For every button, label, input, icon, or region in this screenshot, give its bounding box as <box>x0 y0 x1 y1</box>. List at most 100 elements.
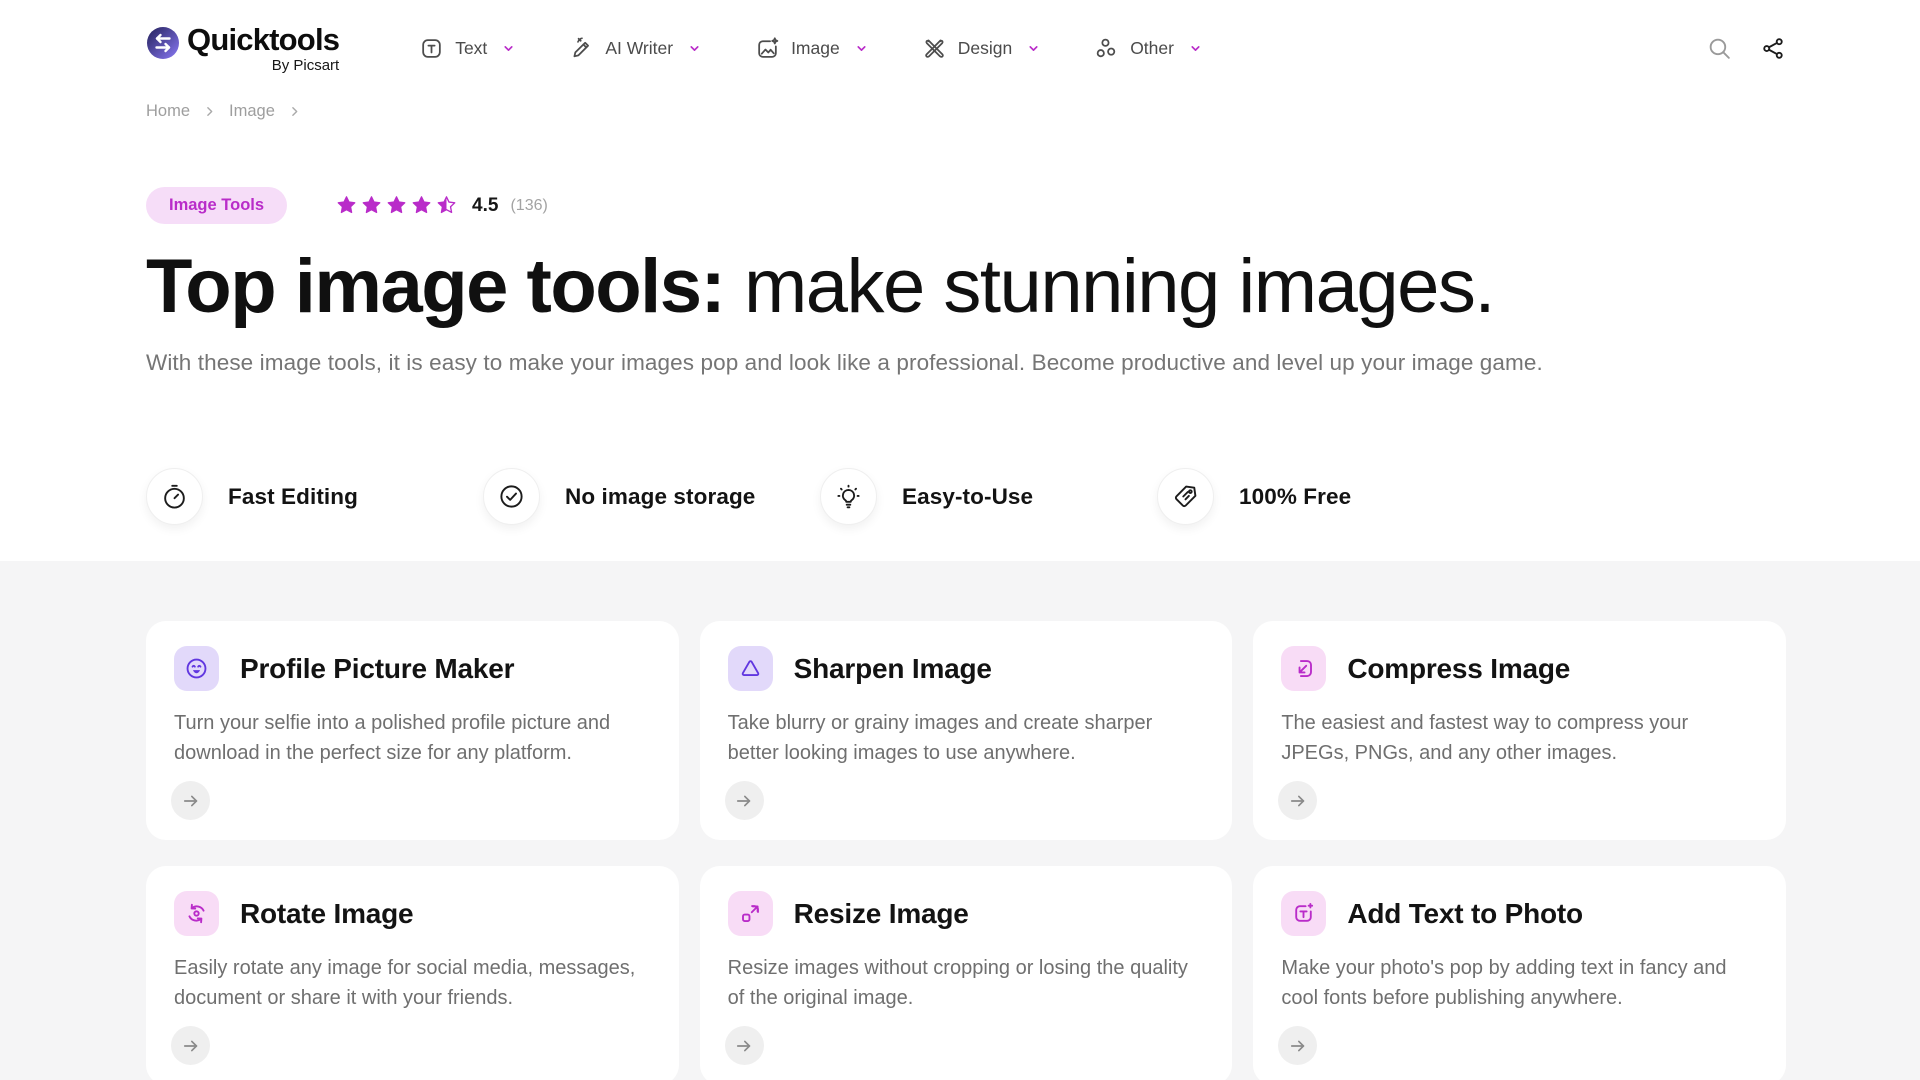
check-circle-icon <box>483 468 540 525</box>
star-half-icon <box>435 194 458 217</box>
rotate-arrows-icon <box>174 891 219 936</box>
text-icon <box>419 36 444 61</box>
nav-label-image: Image <box>791 38 840 59</box>
card-title: Profile Picture Maker <box>240 653 514 685</box>
open-tool-arrow-button[interactable] <box>1278 1026 1317 1065</box>
logo-name: Quicktools <box>187 24 339 55</box>
smiley-face-icon <box>174 646 219 691</box>
star-icon <box>385 194 408 217</box>
feature-label: 100% Free <box>1239 484 1351 510</box>
card-title: Rotate Image <box>240 898 413 930</box>
arrow-right-icon <box>734 1036 754 1056</box>
feature-no-image-storage: No image storage <box>483 468 820 525</box>
nav-label-design: Design <box>958 38 1012 59</box>
tag-icon <box>1157 468 1214 525</box>
open-tool-arrow-button[interactable] <box>171 1026 210 1065</box>
lightbulb-icon <box>820 468 877 525</box>
hero-section: Image Tools 4.5 (136) Top image tools: m… <box>0 121 1920 561</box>
card-title: Resize Image <box>794 898 969 930</box>
card-description: Resize images without cropping or losing… <box>728 953 1205 1013</box>
open-tool-arrow-button[interactable] <box>1278 781 1317 820</box>
feature-highlights: Fast Editing No image storage Easy-to-Us… <box>146 468 1786 525</box>
star-rating-icons <box>335 194 458 217</box>
card-add-text-to-photo[interactable]: Add Text to Photo Make your photo's pop … <box>1253 866 1786 1080</box>
chevron-down-icon <box>1027 42 1040 55</box>
rating-value: 4.5 <box>472 195 498 217</box>
card-title: Sharpen Image <box>794 653 992 685</box>
header-actions <box>1707 36 1786 61</box>
share-button[interactable] <box>1761 36 1786 61</box>
chevron-down-icon <box>502 42 515 55</box>
open-tool-arrow-button[interactable] <box>171 781 210 820</box>
page-title: Top image tools: make stunning images. <box>146 246 1786 328</box>
category-badge: Image Tools <box>146 187 287 224</box>
card-description: Make your photo's pop by adding text in … <box>1281 953 1758 1013</box>
nav-label-other: Other <box>1130 38 1174 59</box>
feature-label: Easy-to-Use <box>902 484 1033 510</box>
card-description: Easily rotate any image for social media… <box>174 953 651 1013</box>
nav-label-text: Text <box>455 38 487 59</box>
feature-label: Fast Editing <box>228 484 358 510</box>
star-icon <box>410 194 433 217</box>
tools-section: Profile Picture Maker Turn your selfie i… <box>0 561 1920 1080</box>
star-icon <box>360 194 383 217</box>
nav-item-image[interactable]: Image <box>755 36 868 61</box>
breadcrumb-home[interactable]: Home <box>146 102 190 121</box>
card-description: Take blurry or grainy images and create … <box>728 708 1205 768</box>
card-rotate-image[interactable]: Rotate Image Easily rotate any image for… <box>146 866 679 1080</box>
card-profile-picture-maker[interactable]: Profile Picture Maker Turn your selfie i… <box>146 621 679 840</box>
open-tool-arrow-button[interactable] <box>725 781 764 820</box>
design-icon <box>922 36 947 61</box>
nav-item-design[interactable]: Design <box>922 36 1040 61</box>
add-text-icon <box>1281 891 1326 936</box>
triangle-icon <box>728 646 773 691</box>
share-icon <box>1761 36 1786 61</box>
nav-item-text[interactable]: Text <box>419 36 515 61</box>
chevron-down-icon <box>1189 42 1202 55</box>
open-tool-arrow-button[interactable] <box>725 1026 764 1065</box>
card-compress-image[interactable]: Compress Image The easiest and fastest w… <box>1253 621 1786 840</box>
card-resize-image[interactable]: Resize Image Resize images without cropp… <box>700 866 1233 1080</box>
rating: 4.5 (136) <box>335 194 548 217</box>
main-nav: Text AI Writer Image <box>419 36 1202 61</box>
feature-easy-to-use: Easy-to-Use <box>820 468 1157 525</box>
page-subtitle: With these image tools, it is easy to ma… <box>146 350 1786 376</box>
arrow-right-icon <box>1288 791 1308 811</box>
breadcrumb: Home Image <box>0 102 1920 121</box>
nav-label-ai-writer: AI Writer <box>605 38 673 59</box>
arrow-right-icon <box>734 791 754 811</box>
image-icon <box>755 36 780 61</box>
ai-writer-icon <box>569 36 594 61</box>
header: Quicktools By Picsart Text AI Writer <box>0 0 1920 96</box>
logo-text: Quicktools By Picsart <box>187 24 339 73</box>
arrow-right-icon <box>181 791 201 811</box>
arrow-right-icon <box>181 1036 201 1056</box>
chevron-right-icon <box>203 105 216 118</box>
breadcrumb-image[interactable]: Image <box>229 102 275 121</box>
star-icon <box>335 194 358 217</box>
nav-item-ai-writer[interactable]: AI Writer <box>569 36 701 61</box>
card-title: Add Text to Photo <box>1347 898 1583 930</box>
chevron-right-icon <box>288 105 301 118</box>
stopwatch-icon <box>146 468 203 525</box>
nav-item-other[interactable]: Other <box>1094 36 1202 61</box>
quicktools-logo-icon <box>146 26 180 60</box>
search-icon <box>1707 36 1732 61</box>
chevron-down-icon <box>688 42 701 55</box>
resize-arrow-icon <box>728 891 773 936</box>
quicktools-logo[interactable]: Quicktools By Picsart <box>146 24 339 73</box>
feature-label: No image storage <box>565 484 755 510</box>
other-icon <box>1094 36 1119 61</box>
feature-100-free: 100% Free <box>1157 468 1494 525</box>
card-description: The easiest and fastest way to compress … <box>1281 708 1758 768</box>
logo-byline: By Picsart <box>272 58 340 73</box>
compress-arrow-icon <box>1281 646 1326 691</box>
search-button[interactable] <box>1707 36 1732 61</box>
card-description: Turn your selfie into a polished profile… <box>174 708 651 768</box>
rating-count: (136) <box>510 197 547 215</box>
card-sharpen-image[interactable]: Sharpen Image Take blurry or grainy imag… <box>700 621 1233 840</box>
arrow-right-icon <box>1288 1036 1308 1056</box>
card-title: Compress Image <box>1347 653 1570 685</box>
chevron-down-icon <box>855 42 868 55</box>
feature-fast-editing: Fast Editing <box>146 468 483 525</box>
